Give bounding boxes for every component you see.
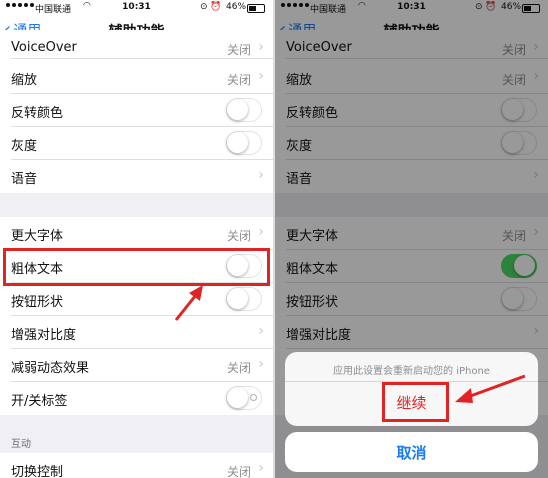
chevron-right-icon: ›: [258, 224, 264, 240]
pointer-arrow-icon: [174, 285, 203, 321]
row-on-off-labels: 开/关标签: [0, 382, 273, 415]
row-label: 缩放: [11, 73, 38, 88]
row-label: 反转颜色: [11, 106, 64, 121]
row-grayscale: 灰度: [0, 127, 273, 160]
row-label: 灰度: [11, 139, 38, 154]
invert-colors-toggle[interactable]: [226, 98, 262, 122]
row-invert-colors: 反转颜色: [0, 94, 273, 127]
row-button-shapes: 按钮形状: [0, 283, 273, 316]
row-larger-text[interactable]: 更大字体 关闭 ›: [0, 217, 273, 250]
section-header-area: 互动: [0, 415, 273, 453]
off-label-icon: [250, 394, 257, 401]
row-increase-contrast[interactable]: 增强对比度 ›: [0, 316, 273, 349]
left-screen: 中国联通 ◠ 10:31 ⊙ ⏰ 46% ‹ 通用 辅助功能 VoiceOver…: [0, 0, 273, 478]
row-label: 按钮形状: [11, 295, 64, 310]
row-label: 切换控制: [11, 465, 64, 478]
row-reduce-motion[interactable]: 减弱动态效果 关闭 ›: [0, 349, 273, 382]
row-value: 关闭: [226, 465, 251, 478]
chevron-right-icon: ›: [258, 68, 264, 84]
row-label: 减弱动态效果: [11, 361, 90, 376]
row-zoom[interactable]: 缩放 关闭 ›: [0, 61, 273, 94]
section-gap: [0, 193, 273, 217]
status-bar: 中国联通 ◠ 10:31 ⊙ ⏰ 46%: [0, 0, 273, 18]
chevron-right-icon: ›: [258, 167, 264, 183]
on-off-labels-toggle[interactable]: [226, 386, 262, 410]
battery-icon: [247, 4, 265, 13]
divider: [11, 58, 273, 59]
chevron-right-icon: ›: [258, 460, 264, 476]
row-speech[interactable]: 语音 ›: [0, 160, 273, 193]
row-label: 增强对比度: [11, 328, 77, 343]
alarm-lock-icons: ⊙ ⏰: [200, 2, 222, 12]
row-label: 开/关标签: [11, 394, 68, 409]
row-value: 关闭: [226, 43, 251, 57]
row-value: 关闭: [226, 73, 251, 87]
bold-text-highlight-box: [3, 248, 270, 286]
row-label: 语音: [11, 172, 38, 187]
continue-highlight-box: [382, 382, 449, 422]
grayscale-toggle[interactable]: [226, 131, 262, 155]
row-value: 关闭: [226, 361, 251, 375]
cancel-button[interactable]: 取消: [285, 442, 538, 463]
button-shapes-toggle[interactable]: [226, 287, 262, 311]
row-label: 更大字体: [11, 229, 64, 244]
cancel-sheet: 取消: [285, 432, 538, 472]
row-label: VoiceOver: [11, 40, 77, 55]
section-header: 互动: [11, 439, 31, 450]
pointer-arrow-icon: [455, 374, 526, 403]
row-switch-control[interactable]: 切换控制 关闭 ›: [0, 453, 273, 478]
row-value: 关闭: [226, 229, 251, 243]
chevron-right-icon: ›: [258, 323, 264, 339]
chevron-right-icon: ›: [258, 356, 264, 372]
row-voiceover[interactable]: VoiceOver 关闭 ›: [0, 30, 273, 59]
battery-percent: 46%: [226, 2, 247, 12]
chevron-right-icon: ›: [258, 39, 264, 55]
right-screen: 中国联通 ◠ 10:31 ⊙ ⏰ 46% ‹ 通用 辅助功能 VoiceOver…: [275, 0, 548, 478]
